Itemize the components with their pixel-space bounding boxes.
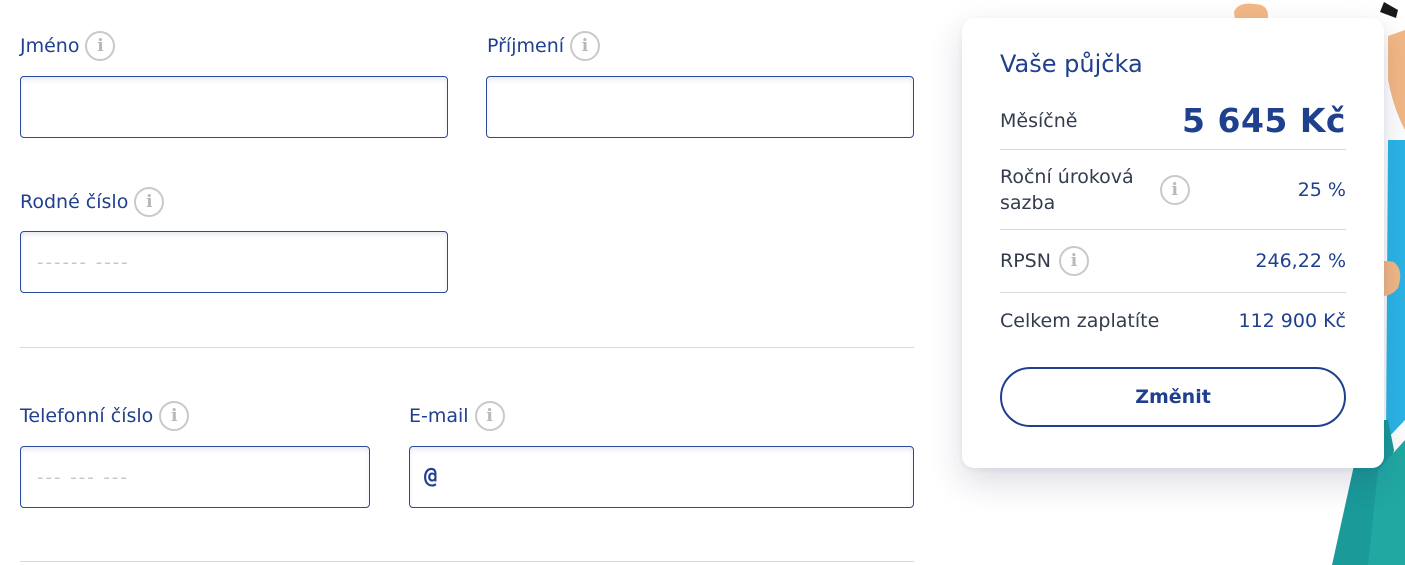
info-icon[interactable]: i — [1159, 174, 1190, 205]
rpsn-value: 246,22 % — [1255, 250, 1346, 272]
info-icon[interactable]: i — [159, 401, 190, 431]
interest-rate-label-line2: sazba — [1000, 191, 1056, 214]
birth-number-label: Rodné číslo — [20, 191, 129, 213]
info-icon[interactable]: i — [85, 31, 116, 61]
section-divider — [20, 347, 914, 348]
total-label: Celkem zaplatíte — [1000, 310, 1160, 332]
interest-rate-row: Roční úroková sazba i 25 % — [1000, 150, 1346, 230]
birth-number-input[interactable] — [20, 231, 448, 293]
email-label-wrap: E-mail i — [409, 399, 505, 433]
interest-rate-label-wrap: Roční úroková sazba i — [1000, 164, 1190, 216]
rpsn-row: RPSN i 246,22 % — [1000, 230, 1346, 293]
interest-rate-label: Roční úroková sazba — [1000, 164, 1134, 216]
rpsn-label: RPSN — [1000, 250, 1051, 272]
phone-input[interactable] — [20, 446, 370, 508]
change-button[interactable]: Změnit — [1000, 367, 1346, 427]
info-icon[interactable]: i — [1058, 246, 1089, 276]
section-divider-bottom — [20, 561, 914, 562]
phone-label-wrap: Telefonní číslo i — [20, 399, 190, 433]
info-icon[interactable]: i — [134, 187, 165, 217]
first-name-label: Jméno — [20, 35, 80, 57]
phone-label: Telefonní číslo — [20, 405, 154, 427]
birth-number-label-wrap: Rodné číslo i — [20, 185, 165, 219]
monthly-payment-row: Měsíčně 5 645 Kč — [1000, 96, 1346, 150]
at-sign-icon: @ — [424, 464, 438, 489]
monthly-label: Měsíčně — [1000, 109, 1078, 132]
last-name-label: Příjmení — [487, 35, 565, 57]
mascot-dark-tip-icon — [1380, 2, 1398, 18]
first-name-label-wrap: Jméno i — [20, 29, 116, 63]
info-icon[interactable]: i — [474, 401, 505, 431]
last-name-input[interactable] — [486, 76, 914, 138]
rpsn-label-wrap: RPSN i — [1000, 246, 1089, 276]
first-name-input[interactable] — [20, 76, 448, 138]
info-icon[interactable]: i — [570, 31, 601, 61]
loan-summary-card: Vaše půjčka Měsíčně 5 645 Kč Roční úroko… — [962, 18, 1384, 468]
total-value: 112 900 Kč — [1238, 310, 1346, 332]
interest-rate-value: 25 % — [1297, 178, 1346, 201]
total-row: Celkem zaplatíte 112 900 Kč — [1000, 293, 1346, 349]
card-title: Vaše půjčka — [1000, 50, 1143, 78]
monthly-value: 5 645 Kč — [1182, 101, 1346, 140]
email-label: E-mail — [409, 405, 469, 427]
interest-rate-label-line1: Roční úroková — [1000, 165, 1134, 188]
last-name-label-wrap: Příjmení i — [487, 29, 601, 63]
mascot-arm-icon — [1388, 30, 1405, 130]
email-input[interactable] — [409, 446, 914, 508]
